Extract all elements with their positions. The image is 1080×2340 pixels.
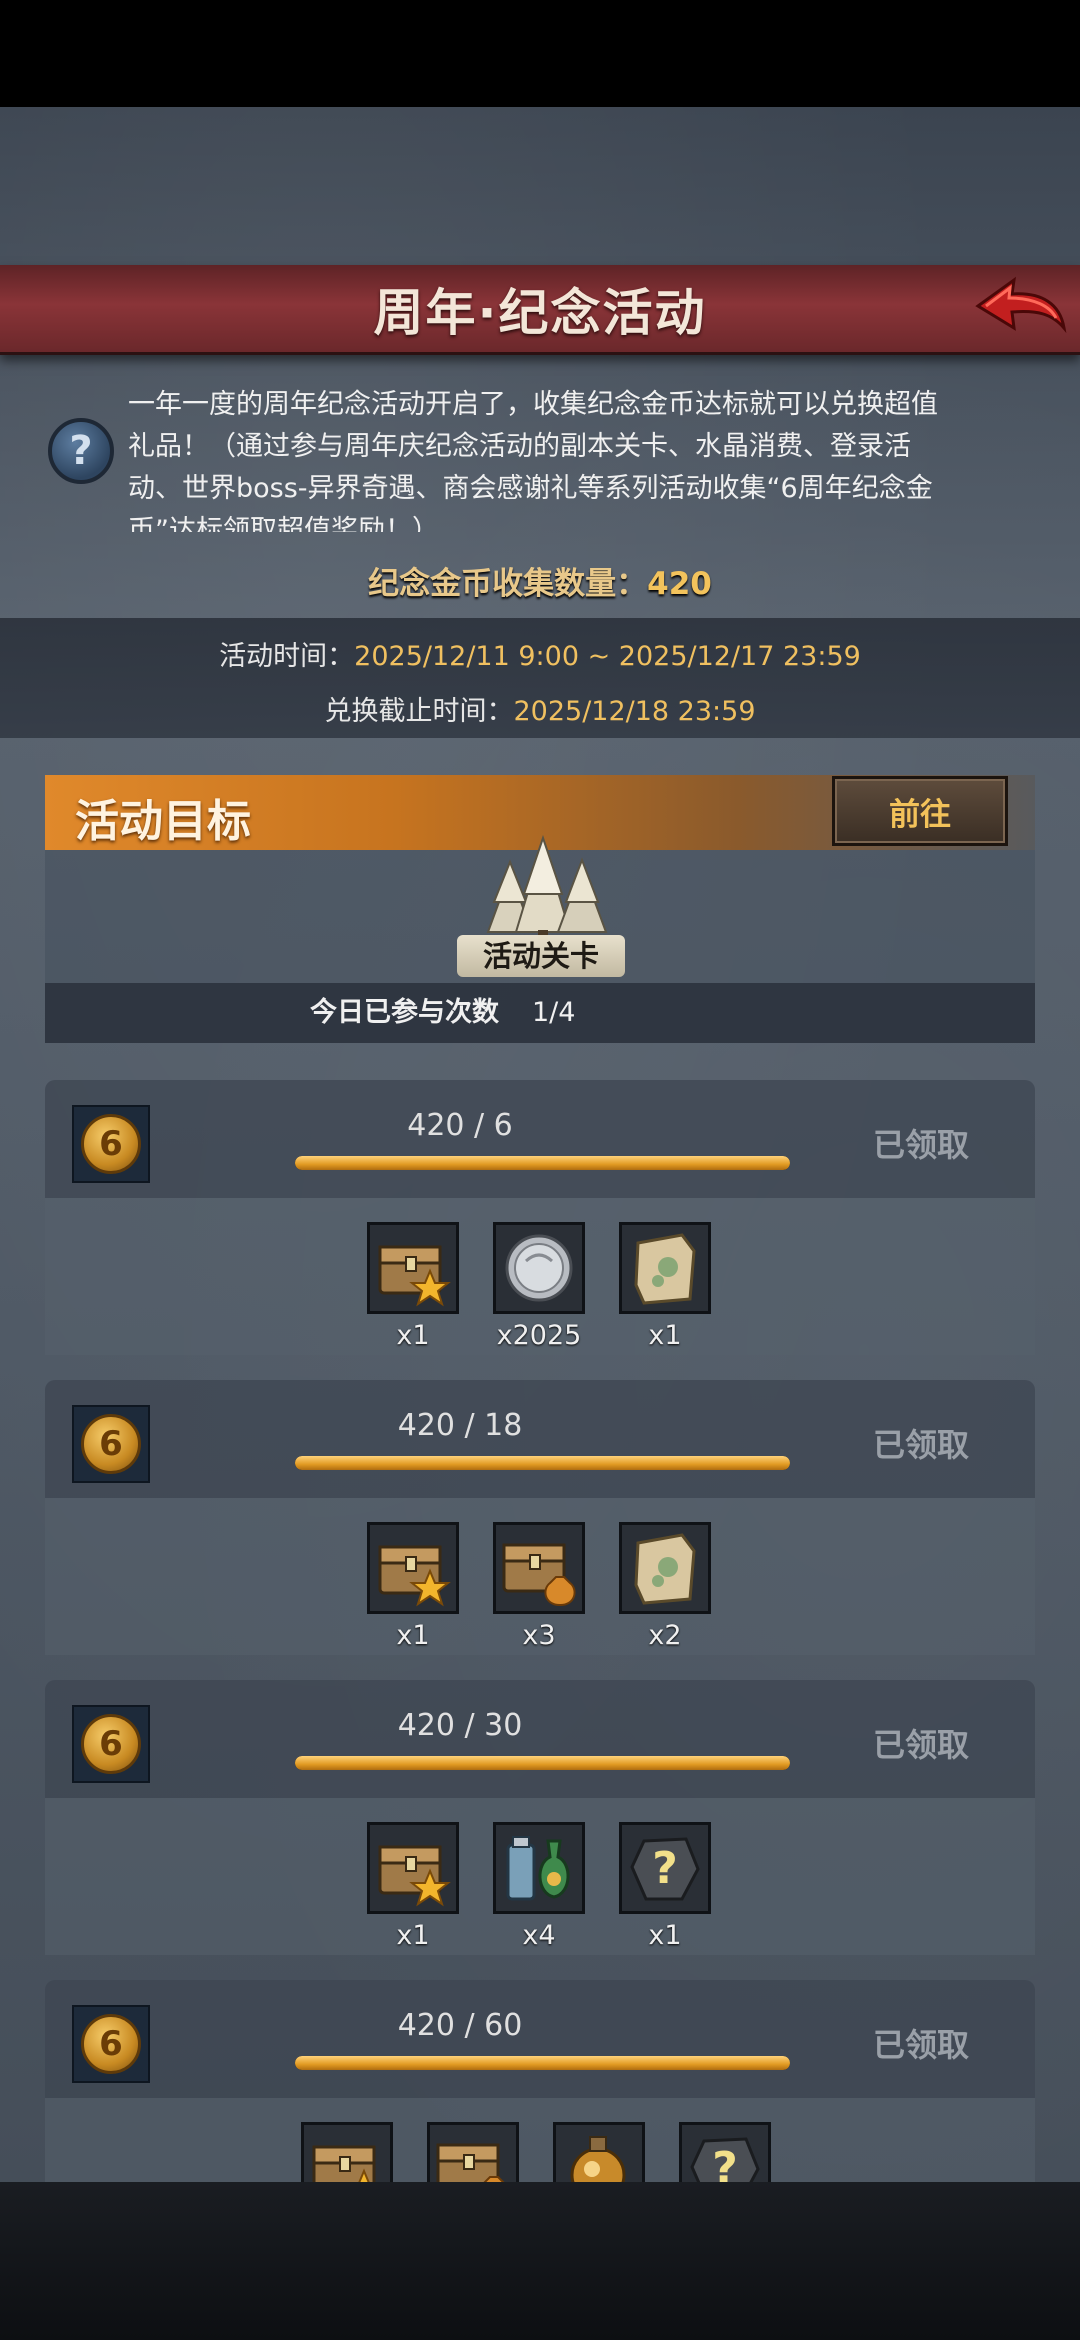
activity-time-label: 活动时间： xyxy=(219,641,355,672)
potion-set-icon xyxy=(493,1822,585,1914)
progress-text: 420 / 30 xyxy=(397,1708,523,1743)
progress-fill xyxy=(295,1156,790,1170)
coin-glyph: 6 xyxy=(81,1714,141,1774)
target-title: 活动目标 xyxy=(75,796,251,847)
claimed-status: 已领取 xyxy=(873,1426,970,1464)
snow-trees-icon[interactable] xyxy=(458,832,628,942)
reward-item-quantity: x1 xyxy=(396,1620,430,1651)
coin-glyph: 6 xyxy=(81,1414,141,1474)
back-arrow-icon xyxy=(975,276,1067,333)
exchange-deadline: 兑换截止时间：2025/12/18 23:59 xyxy=(0,689,1080,728)
reward-item-quantity: x3 xyxy=(522,1620,556,1651)
progress-fill xyxy=(295,2056,790,2070)
reward-item[interactable]: ? x1 xyxy=(619,1822,711,1951)
coin-count-value: 420 xyxy=(647,566,712,602)
reward-item[interactable]: x3 xyxy=(493,1522,585,1651)
stage-label[interactable]: 活动关卡 xyxy=(457,935,625,977)
reward-item[interactable]: x2 xyxy=(619,1522,711,1651)
star-chest-icon xyxy=(367,1222,459,1314)
reward-card-header: 6 420 / 6 已领取 xyxy=(45,1080,1035,1198)
bottom-bar xyxy=(0,2182,1080,2340)
progress-text: 420 / 60 xyxy=(397,2008,523,2043)
reward-card-header: 6 420 / 18 已领取 xyxy=(45,1380,1035,1498)
status-area xyxy=(0,0,1080,107)
reward-item[interactable]: x4 xyxy=(493,1822,585,1951)
reward-item[interactable]: x1 xyxy=(619,1222,711,1351)
activity-time: 活动时间：2025/12/11 9:00 ~ 2025/12/17 23:59 xyxy=(0,634,1080,673)
goto-button[interactable]: 前往 xyxy=(832,776,1008,846)
reward-item-quantity: x1 xyxy=(396,1920,430,1951)
progress-text: 420 / 18 xyxy=(397,1408,523,1443)
scroll-map-icon xyxy=(619,1522,711,1614)
bag-chest-icon xyxy=(493,1522,585,1614)
anniversary-coin-icon[interactable]: 6 xyxy=(72,1705,150,1783)
reward-items-row: x1 x2025 x1 xyxy=(45,1198,1035,1355)
coin-glyph: 6 xyxy=(81,2014,141,2074)
today-participation: 今日已参与次数 1/4 xyxy=(45,983,1035,1043)
anniversary-coin-icon[interactable]: 6 xyxy=(72,2005,150,2083)
reward-item-quantity: x1 xyxy=(648,1920,682,1951)
reward-item[interactable]: x1 xyxy=(367,1522,459,1651)
claimed-status: 已领取 xyxy=(873,1726,970,1764)
event-description: 一年一度的周年纪念活动开启了，收集纪念金币达标就可以兑换超值礼品！（通过参与周年… xyxy=(128,389,938,532)
svg-text:?: ? xyxy=(652,1843,678,1894)
silver-coin-icon xyxy=(493,1222,585,1314)
anniversary-coin-icon[interactable]: 6 xyxy=(72,1405,150,1483)
back-button[interactable] xyxy=(970,270,1070,345)
reward-item[interactable]: x1 xyxy=(367,1222,459,1351)
reward-card: 6 420 / 30 已领取 x1 x4? x1 xyxy=(45,1680,1035,1955)
scroll-map-icon xyxy=(619,1222,711,1314)
page-title: 周年·纪念活动 xyxy=(373,284,707,342)
reward-items-row: x1 x4? x1 xyxy=(45,1798,1035,1955)
today-value: 1/4 xyxy=(532,997,576,1028)
reward-item-quantity: x1 xyxy=(648,1320,682,1351)
claimed-status: 已领取 xyxy=(873,2026,970,2064)
reward-item-quantity: x2025 xyxy=(496,1320,582,1351)
today-label: 今日已参与次数 xyxy=(310,997,499,1028)
activity-time-value: 2025/12/11 9:00 ~ 2025/12/17 23:59 xyxy=(354,641,861,672)
reward-items-row: x1 x3 x2 xyxy=(45,1498,1035,1655)
help-icon[interactable]: ? xyxy=(48,418,114,484)
exchange-deadline-label: 兑换截止时间： xyxy=(324,696,514,727)
exchange-deadline-value: 2025/12/18 23:59 xyxy=(513,696,756,727)
reward-card: 6 420 / 18 已领取 x1 x3 x2 xyxy=(45,1380,1035,1655)
progress-bar xyxy=(295,1456,790,1470)
coin-count-label: 纪念金币收集数量： xyxy=(368,566,648,602)
reward-item-quantity: x1 xyxy=(396,1320,430,1351)
progress-fill xyxy=(295,1456,790,1470)
claimed-status: 已领取 xyxy=(873,1126,970,1164)
reward-item[interactable]: x2025 xyxy=(493,1222,585,1351)
reward-card-header: 6 420 / 30 已领取 xyxy=(45,1680,1035,1798)
progress-bar xyxy=(295,1156,790,1170)
reward-item-quantity: x4 xyxy=(522,1920,556,1951)
reward-card: 6 420 / 6 已领取 x1 x2025 x1 xyxy=(45,1080,1035,1355)
reward-item[interactable]: x1 xyxy=(367,1822,459,1951)
coin-count: 纪念金币收集数量：420 xyxy=(0,558,1080,603)
progress-fill xyxy=(295,1756,790,1770)
reward-card-header: 6 420 / 60 已领取 xyxy=(45,1980,1035,2098)
anniversary-coin-icon[interactable]: 6 xyxy=(72,1105,150,1183)
progress-bar xyxy=(295,1756,790,1770)
mystery-stone-icon: ? xyxy=(619,1822,711,1914)
progress-bar xyxy=(295,2056,790,2070)
star-chest-icon xyxy=(367,1822,459,1914)
progress-text: 420 / 6 xyxy=(407,1108,513,1143)
reward-item-quantity: x2 xyxy=(648,1620,682,1651)
coin-glyph: 6 xyxy=(81,1114,141,1174)
star-chest-icon xyxy=(367,1522,459,1614)
